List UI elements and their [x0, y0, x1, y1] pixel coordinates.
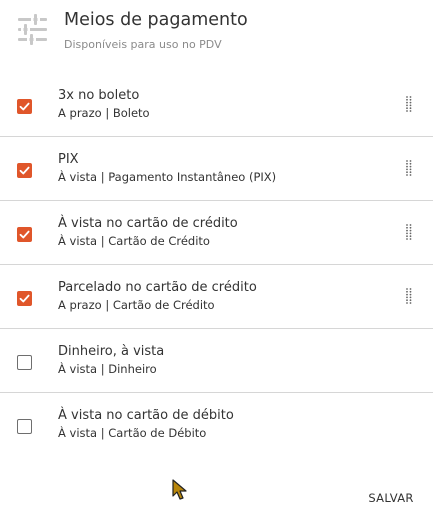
payment-method-subtitle: A prazo | Boleto [58, 106, 150, 120]
list-item: À vista no cartão de débito À vista | Car… [0, 393, 433, 457]
payment-method-title: Dinheiro, à vista [58, 344, 165, 359]
payment-method-subtitle: À vista | Cartão de Crédito [58, 234, 210, 248]
payment-method-subtitle: À vista | Cartão de Débito [58, 426, 207, 440]
payment-method-subtitle: À vista | Dinheiro [58, 362, 157, 376]
page-subtitle: Disponíveis para uso no PDV [64, 38, 222, 51]
list-item: À vista no cartão de crédito À vista | Ca… [0, 201, 433, 265]
mouse-cursor-icon [172, 479, 188, 501]
check-icon [19, 230, 30, 239]
drag-handle-icon[interactable] [405, 287, 413, 305]
drag-handle-icon[interactable] [405, 159, 413, 177]
checkbox[interactable] [17, 163, 32, 178]
payment-method-title: À vista no cartão de crédito [58, 216, 238, 231]
checkbox[interactable] [17, 291, 32, 306]
check-icon [19, 166, 30, 175]
payment-method-title: 3x no boleto [58, 88, 140, 103]
checkbox[interactable] [17, 99, 32, 114]
sliders-icon [17, 14, 48, 45]
payment-method-title: Parcelado no cartão de crédito [58, 280, 257, 295]
check-icon [19, 294, 30, 303]
list-item: PIX À vista | Pagamento Instantâneo (PIX) [0, 137, 433, 201]
payment-method-title: À vista no cartão de débito [58, 408, 234, 423]
list-item: Dinheiro, à vista À vista | Dinheiro [0, 329, 433, 393]
page-title: Meios de pagamento [64, 10, 248, 30]
list-item: 3x no boleto A prazo | Boleto [0, 73, 433, 137]
drag-handle-icon[interactable] [405, 223, 413, 241]
payment-methods-list: 3x no boleto A prazo | Boleto PIX À vista |… [0, 73, 433, 457]
payment-method-subtitle: À vista | Pagamento Instantâneo (PIX) [58, 170, 277, 184]
check-icon [19, 102, 30, 111]
payment-methods-panel: Meios de pagamento Disponíveis para uso … [0, 0, 433, 521]
header: Meios de pagamento Disponíveis para uso … [0, 0, 433, 70]
payment-method-title: PIX [58, 152, 79, 167]
save-button[interactable]: SALVAR [358, 486, 424, 510]
list-item: Parcelado no cartão de crédito A prazo | … [0, 265, 433, 329]
drag-handle-icon[interactable] [405, 95, 413, 113]
checkbox[interactable] [17, 227, 32, 242]
payment-method-subtitle: A prazo | Cartão de Crédito [58, 298, 215, 312]
checkbox[interactable] [17, 355, 32, 370]
checkbox[interactable] [17, 419, 32, 434]
